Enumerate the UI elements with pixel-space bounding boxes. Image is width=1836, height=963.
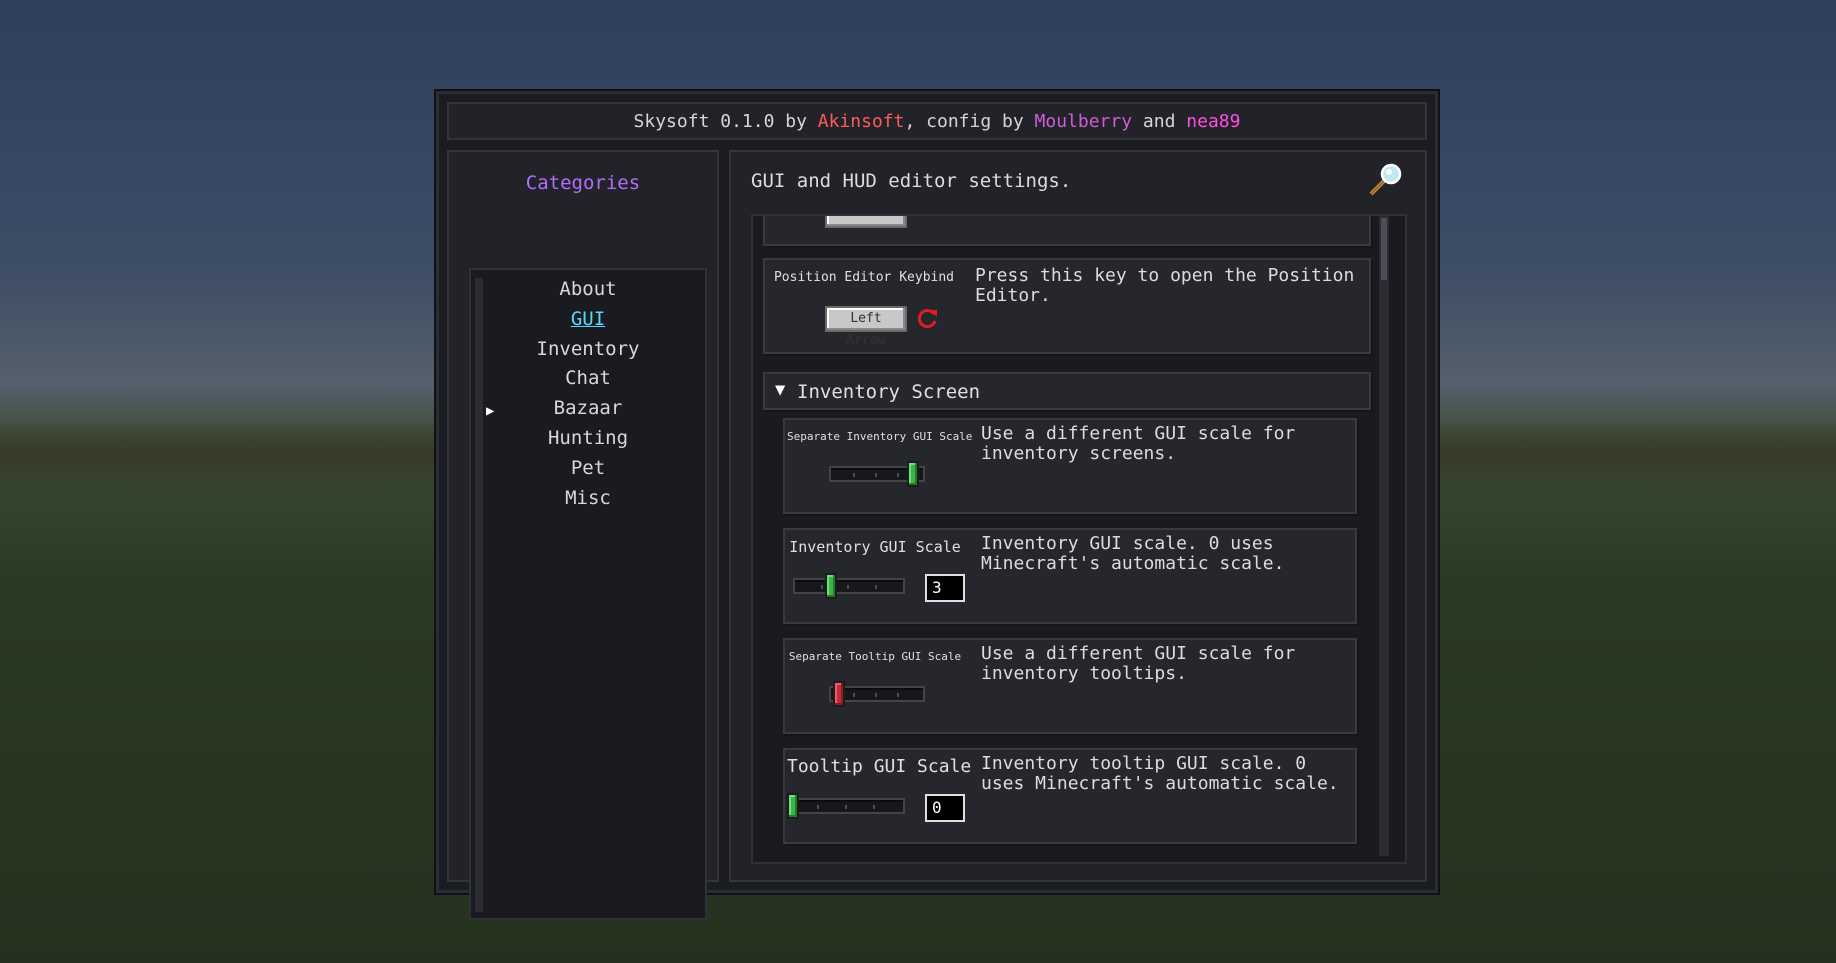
section-title: Inventory Screen	[797, 381, 981, 403]
option-label: Position Editor Keybind	[773, 270, 954, 285]
option-card-previous	[763, 216, 1371, 246]
slider-tick	[821, 585, 823, 589]
collapse-arrow-icon: ▼	[775, 380, 786, 400]
scale-slider-handle[interactable]	[787, 793, 799, 819]
option-label: Separate Inventory GUI Scale	[787, 430, 973, 443]
slider-tick	[873, 805, 875, 809]
scale-number-field[interactable]: 0	[925, 794, 965, 822]
category-list: About GUI Inventory Chat Bazaar Hunting …	[469, 268, 707, 920]
slider-tick	[845, 805, 847, 809]
slider-tick	[847, 585, 849, 589]
scale-slider-handle[interactable]	[825, 573, 838, 599]
scale-slider-track[interactable]	[789, 798, 905, 814]
categories-sidebar: Categories About GUI Inventory Chat Baza…	[447, 150, 719, 920]
option-label: Separate Tooltip GUI Scale	[788, 650, 962, 663]
title-part-name: Skysoft 0.1.0 by	[633, 110, 818, 132]
toggle-tick	[875, 693, 877, 697]
title-part-moulberry: Moulberry	[1034, 110, 1133, 132]
title-part-author: Akinsoft	[817, 110, 905, 132]
title-part-config: , config by	[904, 110, 1035, 132]
option-card-separate-tooltip-scale: Separate Tooltip GUI Scale Use a differe…	[783, 638, 1357, 734]
option-label: Inventory GUI Scale	[789, 538, 961, 556]
option-description: Inventory GUI scale. 0 uses Minecraft's …	[981, 533, 1285, 574]
option-card-tooltip-gui-scale: Tooltip GUI Scale Inventory tooltip GUI …	[783, 748, 1357, 844]
previous-option-button[interactable]	[825, 216, 907, 228]
category-about[interactable]: About	[471, 278, 705, 300]
toggle-tick	[897, 693, 899, 697]
slider-tick	[817, 805, 819, 809]
toggle-tick	[853, 693, 855, 697]
category-description: GUI and HUD editor settings.	[751, 170, 1072, 192]
category-inventory[interactable]: Inventory	[471, 338, 705, 360]
option-description: Use a different GUI scale for inventory …	[981, 643, 1296, 684]
option-description: Inventory tooltip GUI scale. 0 uses Mine…	[981, 753, 1339, 794]
title-part-and: and	[1132, 110, 1187, 132]
category-misc[interactable]: Misc	[471, 487, 705, 509]
toggle-tick	[897, 473, 899, 477]
option-description: Press this key to open the Position Edit…	[975, 265, 1355, 306]
toggle-tick	[853, 473, 855, 477]
config-window: Skysoft 0.1.0 by Akinsoft, config by Mou…	[436, 91, 1438, 920]
selection-arrow-icon: ▶	[486, 403, 495, 419]
scale-slider-track[interactable]	[793, 578, 905, 594]
toggle-handle-off[interactable]	[833, 681, 845, 707]
scale-number-field[interactable]: 3	[925, 574, 965, 602]
slider-tick	[875, 585, 877, 589]
window-title: Skysoft 0.1.0 by Akinsoft, config by Mou…	[447, 102, 1427, 140]
option-card-position-editor: Position Editor Keybind Press this key t…	[763, 258, 1371, 354]
options-scrollbar-thumb[interactable]	[1381, 218, 1387, 280]
options-list: Position Editor Keybind Press this key t…	[751, 214, 1407, 864]
toggle-tick	[875, 473, 877, 477]
settings-panel: GUI and HUD editor settings. Position Ed…	[729, 150, 1427, 882]
magnifying-glass-icon[interactable]	[1367, 162, 1403, 198]
option-card-separate-inventory-scale: Separate Inventory GUI Scale Use a diffe…	[783, 418, 1357, 514]
reset-icon[interactable]	[917, 308, 939, 330]
section-inventory-screen[interactable]: ▼ Inventory Screen	[763, 372, 1371, 410]
category-bazaar[interactable]: Bazaar	[471, 397, 705, 419]
keybind-button[interactable]: Left Arrow	[825, 306, 907, 348]
option-description: Use a different GUI scale for inventory …	[981, 423, 1296, 464]
category-chat[interactable]: Chat	[471, 367, 705, 389]
category-hunting[interactable]: Hunting	[471, 427, 705, 449]
category-gui[interactable]: GUI	[471, 308, 705, 330]
option-card-inventory-gui-scale: Inventory GUI Scale Inventory GUI scale.…	[783, 528, 1357, 624]
categories-heading: Categories	[525, 172, 641, 194]
title-part-nea: nea89	[1186, 110, 1241, 132]
option-label: Tooltip GUI Scale	[787, 756, 972, 777]
category-pet[interactable]: Pet	[471, 457, 705, 479]
options-scrollbar[interactable]	[1379, 216, 1389, 856]
toggle-handle-on[interactable]	[907, 461, 919, 487]
